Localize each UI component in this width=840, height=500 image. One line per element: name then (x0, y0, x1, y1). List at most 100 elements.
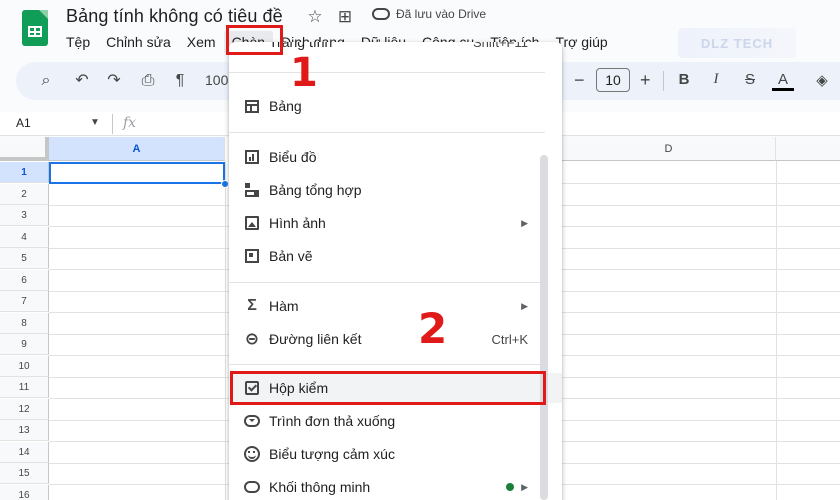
menu-item-shortcut: Shift+F11 (472, 42, 528, 50)
menu-item-label: Bản vẽ (269, 248, 313, 264)
row-header-10[interactable]: 10 (0, 356, 49, 377)
row-header-14[interactable]: 14 (0, 442, 49, 463)
menu-file[interactable]: Tệp (58, 31, 98, 53)
menu-edit[interactable]: Chỉnh sửa (98, 31, 179, 53)
menu-item-table[interactable]: Bảng (229, 91, 562, 121)
text-color-button[interactable]: A (773, 71, 793, 88)
menu-item-drawing[interactable]: Bản vẽ (229, 241, 562, 271)
name-box[interactable]: A1 (16, 116, 31, 130)
menu-item-label: Đường liên kết (269, 331, 362, 347)
menu-item-label: Bảng (269, 98, 302, 114)
menu-item-label: Bảng tổng hợp (269, 182, 362, 198)
move-folder-icon[interactable]: ⊞ (336, 7, 354, 27)
annotation-step-2: 2 (418, 304, 448, 353)
cloud-saved-icon (372, 8, 390, 20)
annotation-box-checkbox (230, 371, 546, 405)
strikethrough-button[interactable]: S (740, 71, 760, 88)
redo-icon[interactable]: ↷ (104, 71, 124, 91)
google-sheets-window: Bảng tính không có tiêu đề ☆ ⊞ Đã lưu và… (0, 0, 840, 500)
menu-item-emoji[interactable]: Biểu tượng cảm xúc (229, 439, 562, 469)
bold-button[interactable]: B (674, 71, 694, 88)
fx-icon: fx (123, 115, 137, 131)
emoji-icon (243, 445, 261, 463)
row-header-12[interactable]: 12 (0, 399, 49, 420)
toolbar-divider (663, 71, 664, 91)
annotation-step-1: 1 (290, 50, 318, 96)
row-header-1[interactable]: 1 (0, 162, 49, 183)
menu-item-link[interactable]: ⊝ Đường liên kết Ctrl+K (229, 324, 562, 354)
gridline (776, 161, 777, 500)
annotation-box-insert-menu (226, 25, 283, 55)
column-header-a[interactable]: A (49, 137, 225, 161)
menu-item-dropdown[interactable]: Trình đơn thả xuống (229, 406, 562, 436)
insert-menu: Trang tính Shift+F11 Bảng Biểu đồ Bảng t… (229, 42, 562, 500)
new-feature-dot (506, 483, 514, 491)
column-header-d[interactable]: D (562, 137, 776, 161)
smart-chips-icon (243, 478, 261, 496)
row-header-7[interactable]: 7 (0, 291, 49, 312)
zoom-select[interactable]: 100 (205, 72, 228, 88)
sigma-icon: Σ (247, 297, 257, 314)
fill-color-icon[interactable]: ◈ (812, 71, 832, 89)
save-status-text: Đã lưu vào Drive (396, 7, 487, 21)
row-header-9[interactable]: 9 (0, 334, 49, 355)
row-header-13[interactable]: 13 (0, 420, 49, 441)
menu-scrollbar[interactable] (540, 155, 548, 500)
watermark-logo: DLZ TECH (678, 28, 796, 58)
italic-button[interactable]: I (706, 71, 726, 88)
row-header-3[interactable]: 3 (0, 205, 49, 226)
menu-separator (229, 132, 545, 133)
row-header-5[interactable]: 5 (0, 248, 49, 269)
decrease-font-size-button[interactable]: − (574, 70, 585, 91)
search-icon[interactable]: ⌕ (36, 71, 56, 91)
paint-format-icon[interactable]: ¶ (170, 71, 190, 91)
menu-item-smart-chips[interactable]: Khối thông minh ▶ (229, 472, 562, 500)
name-box-dropdown-icon[interactable]: ▼ (90, 117, 100, 128)
menu-separator (229, 364, 545, 365)
gridline (225, 161, 226, 500)
formula-divider (112, 114, 113, 134)
document-title[interactable]: Bảng tính không có tiêu đề (66, 6, 283, 27)
menu-item-chart[interactable]: Biểu đồ (229, 142, 562, 172)
text-color-swatch (772, 88, 794, 91)
menu-item-function[interactable]: Σ Hàm ▶ (229, 291, 562, 321)
print-icon[interactable]: ⎙ (138, 71, 158, 91)
sheets-logo-icon[interactable] (22, 10, 48, 46)
pivot-table-icon (243, 181, 261, 199)
row-header-15[interactable]: 15 (0, 463, 49, 484)
menu-view[interactable]: Xem (179, 31, 224, 53)
menu-separator (229, 72, 545, 73)
chart-icon (243, 148, 261, 166)
link-icon: ⊝ (245, 331, 259, 348)
drawing-icon (243, 247, 261, 265)
menu-item-pivot-table[interactable]: Bảng tổng hợp (229, 175, 562, 205)
row-header-6[interactable]: 6 (0, 270, 49, 291)
menu-item-label: Biểu tượng cảm xúc (269, 446, 395, 462)
menu-separator (229, 282, 545, 283)
row-header-16[interactable]: 16 (0, 485, 49, 500)
undo-icon[interactable]: ↶ (72, 71, 92, 91)
row-header-8[interactable]: 8 (0, 313, 49, 334)
menu-item-label: Khối thông minh (269, 479, 371, 495)
menu-item-shortcut: Ctrl+K (491, 331, 528, 347)
star-icon[interactable]: ☆ (306, 7, 324, 27)
fill-handle[interactable] (221, 180, 229, 188)
menu-item-label: Biểu đồ (269, 149, 317, 165)
row-header-11[interactable]: 11 (0, 377, 49, 398)
menu-item-label: Hình ảnh (269, 215, 326, 231)
menu-item-label: Trình đơn thả xuống (269, 413, 396, 429)
dropdown-icon (243, 412, 261, 430)
save-status[interactable]: Đã lưu vào Drive (372, 7, 486, 21)
column-header-e[interactable] (776, 137, 840, 161)
row-header-2[interactable]: 2 (0, 184, 49, 205)
font-size-input[interactable]: 10 (596, 68, 630, 92)
menu-item-image[interactable]: Hình ảnh ▶ (229, 208, 562, 238)
increase-font-size-button[interactable]: + (640, 70, 651, 91)
title-icons: ☆ ⊞ (306, 7, 354, 27)
table-icon (243, 97, 261, 115)
submenu-arrow-icon: ▶ (521, 481, 528, 492)
menu-item-label: Hàm (269, 298, 299, 314)
select-all-corner[interactable] (0, 137, 49, 161)
row-header-4[interactable]: 4 (0, 227, 49, 248)
active-cell-a1[interactable] (49, 162, 225, 184)
